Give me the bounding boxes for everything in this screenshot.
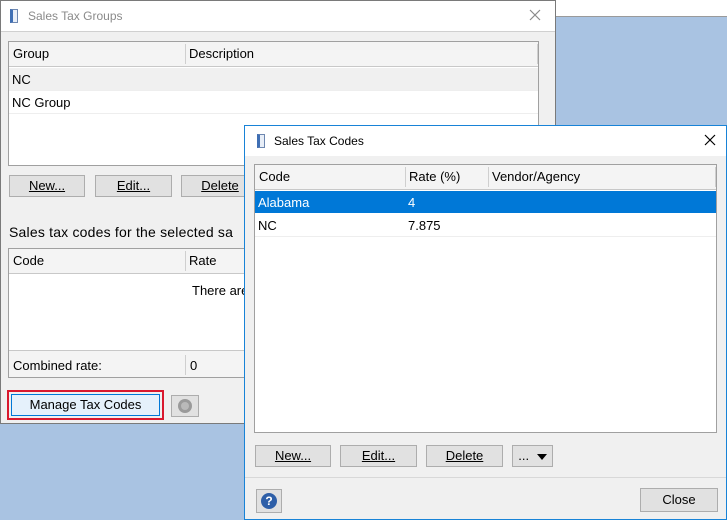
sales-tax-codes-window: Sales Tax Codes Code Rate (%) Vendor/Age… xyxy=(244,125,727,520)
combined-rate-value: 0 xyxy=(190,358,198,373)
group-cell: NC xyxy=(12,72,31,87)
empty-message: There are xyxy=(192,283,249,298)
help-icon: ? xyxy=(261,493,277,509)
delete-code-label: Delete xyxy=(445,448,484,463)
group-cell: NC Group xyxy=(12,95,71,110)
column-header-description[interactable]: Description xyxy=(189,46,254,61)
help-button[interactable]: ? xyxy=(256,489,282,513)
group-codes-header: Code Rate xyxy=(9,249,267,274)
code-cell: Alabama xyxy=(258,195,310,210)
edit-group-button[interactable]: Edit... xyxy=(95,175,172,197)
groups-table-header: Group Description xyxy=(9,42,538,67)
codes-section-label: Sales tax codes for the selected sa xyxy=(9,224,234,240)
table-row[interactable]: Alabama 4 xyxy=(255,191,716,213)
combined-rate-label: Combined rate: xyxy=(13,358,102,373)
new-code-button[interactable]: New... xyxy=(255,445,331,467)
window-icon xyxy=(257,134,265,148)
help-icon xyxy=(178,399,192,413)
table-row[interactable]: NC Group xyxy=(9,91,538,114)
codes-footer xyxy=(245,477,726,478)
new-group-label: New... xyxy=(28,178,66,193)
group-codes-table: Code Rate There are Combined rate: 0 xyxy=(8,248,268,378)
column-header-code[interactable]: Code xyxy=(259,169,290,184)
tax-codes-header: Code Rate (%) Vendor/Agency xyxy=(255,165,716,190)
edit-code-label: Edit... xyxy=(361,448,396,463)
combined-rate-row: Combined rate: 0 xyxy=(9,350,267,377)
manage-tax-codes-label: Manage Tax Codes xyxy=(29,397,142,412)
help-button[interactable] xyxy=(171,395,199,417)
svg-text:?: ? xyxy=(265,494,272,508)
close-button[interactable]: Close xyxy=(640,488,718,512)
delete-group-label: Delete xyxy=(201,178,239,193)
chevron-down-icon xyxy=(536,453,547,460)
groups-window-title: Sales Tax Groups xyxy=(28,9,123,23)
edit-group-label: Edit... xyxy=(116,178,151,193)
close-icon[interactable] xyxy=(525,5,545,25)
delete-code-button[interactable]: Delete xyxy=(426,445,503,467)
column-header-group[interactable]: Group xyxy=(13,46,49,61)
column-header-rate[interactable]: Rate (%) xyxy=(409,169,460,184)
groups-titlebar: Sales Tax Groups xyxy=(1,1,555,31)
column-header-vendor[interactable]: Vendor/Agency xyxy=(492,169,580,184)
more-actions-label: ... xyxy=(518,448,530,463)
code-cell: NC xyxy=(258,218,277,233)
codes-window-title: Sales Tax Codes xyxy=(274,134,364,148)
rate-cell: 4 xyxy=(408,195,416,210)
rate-cell: 7.875 xyxy=(408,218,441,233)
new-code-label: New... xyxy=(274,448,312,463)
column-header-code[interactable]: Code xyxy=(13,253,44,268)
codes-titlebar: Sales Tax Codes xyxy=(245,126,726,156)
more-actions-button[interactable]: ... xyxy=(512,445,553,467)
background-window-edge xyxy=(556,0,727,17)
column-header-rate[interactable]: Rate xyxy=(189,253,216,268)
edit-code-button[interactable]: Edit... xyxy=(340,445,417,467)
tax-codes-table: Code Rate (%) Vendor/Agency Alabama 4 NC… xyxy=(254,164,717,433)
manage-tax-codes-button[interactable]: Manage Tax Codes xyxy=(11,394,160,416)
table-row[interactable]: NC xyxy=(9,68,538,91)
window-icon xyxy=(10,9,18,23)
close-icon[interactable] xyxy=(700,130,720,150)
new-group-button[interactable]: New... xyxy=(9,175,85,197)
close-label: Close xyxy=(662,492,696,507)
table-row[interactable]: NC 7.875 xyxy=(255,214,716,237)
